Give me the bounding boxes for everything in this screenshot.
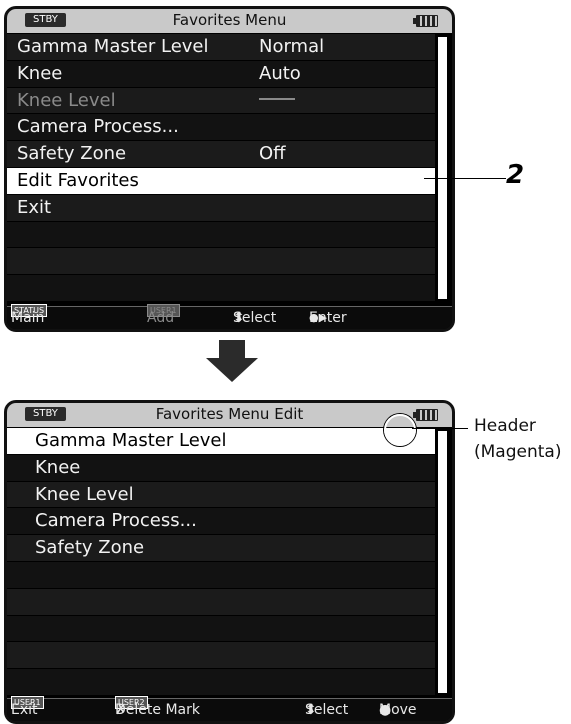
menu-title: Favorites Menu Edit [155,405,304,423]
empty-row [7,642,435,670]
title-bar: STBY Favorites Menu [7,9,452,34]
menu-item-label: Knee [35,456,81,478]
menu-item-label: Exit [17,196,52,218]
empty-row [7,275,435,302]
menu-item-exit[interactable]: Exit [7,194,435,222]
footer-add-label: Add [147,310,175,326]
menu-item-knee[interactable]: Knee [7,454,435,482]
menu-item-label: Gamma Master Level [17,36,209,57]
down-arrow-icon [219,340,245,358]
menu-item-label: Camera Process... [17,116,179,138]
menu-list: Gamma Master Level Normal Knee Auto Knee… [7,34,435,302]
favorites-menu-screen: STBY Favorites Menu Gamma Master Level N… [4,6,455,332]
footer-enter-label: Enter [309,310,347,326]
empty-row [7,221,435,249]
footer-delete-label: Delete Mark [115,702,200,718]
menu-item-knee-level: Knee Level [7,87,435,115]
menu-item-camera-process[interactable]: Camera Process... [7,508,435,536]
menu-item-label: Knee [17,62,63,84]
scrollbar[interactable] [438,37,447,299]
empty-row [7,669,435,696]
menu-item-label: Knee Level [17,89,116,111]
menu-item-safety-zone[interactable]: Safety Zone Off [7,141,435,168]
menu-item-value: Auto [259,62,301,84]
battery-icon [413,409,438,421]
empty-row [7,561,435,589]
callout-line [424,178,506,179]
menu-item-knee-level[interactable]: Knee Level [7,481,435,509]
menu-item-safety-zone[interactable]: Safety Zone [7,535,435,562]
menu-item-knee[interactable]: Knee Auto [7,60,435,88]
header-indicator-circle [384,414,416,446]
menu-item-value-dash [259,88,295,114]
footer-bar: USER1 Exit USER2 ✗ Delete Mark ⬍ Select ● Mov… [7,696,452,721]
footer-main-label: Main [11,310,45,326]
menu-item-gamma-master-level[interactable]: Gamma Master Level Normal [7,34,435,61]
menu-item-value: Normal [259,36,325,57]
menu-item-label: Edit Favorites [17,169,139,191]
menu-item-edit-favorites[interactable]: Edit Favorites [7,167,435,195]
favorites-menu-edit-screen: STBY Favorites Menu Edit Gamma Master Le… [4,400,455,724]
menu-item-value: Off [259,143,286,165]
footer-bar: STATUS Main USER1 Add ⬍ Select ●▶ Enter [7,304,452,329]
empty-row [7,615,435,643]
down-arrow-head-icon [206,358,258,382]
callout-number: 2 [506,160,525,190]
scrollbar[interactable] [438,431,447,693]
menu-item-gamma-master-level[interactable]: Gamma Master Level [7,428,435,455]
menu-list: Gamma Master Level Knee Knee Level Camer… [7,428,435,696]
footer-select-label: Select [305,702,349,718]
menu-item-label: Safety Zone [17,143,127,165]
menu-title: Favorites Menu [172,11,287,29]
header-label-color: (Magenta) [474,442,562,462]
footer-exit-label: Exit [11,702,38,718]
menu-item-label: Knee Level [35,483,134,505]
footer-move-label: Move [379,702,417,718]
header-callout-line [412,428,468,429]
empty-row [7,588,435,616]
empty-row [7,248,435,276]
footer-select-label: Select [233,310,277,326]
menu-item-label: Safety Zone [35,537,145,559]
battery-icon [413,15,438,27]
menu-item-camera-process[interactable]: Camera Process... [7,114,435,142]
menu-item-label: Gamma Master Level [35,430,227,451]
menu-item-label: Camera Process... [35,510,197,532]
header-label: Header [474,416,536,436]
